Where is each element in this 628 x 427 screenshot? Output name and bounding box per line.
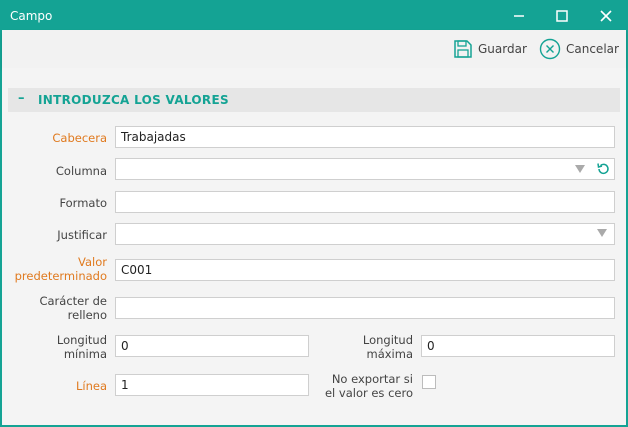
section-title: INTRODUZCA LOS VALORES xyxy=(38,93,229,107)
longitud-maxima-label: Longitud máxima xyxy=(312,333,413,361)
valor-predeterminado-label: Valor predeterminado xyxy=(8,255,107,283)
collapse-toggle[interactable]: – xyxy=(18,91,25,106)
no-exportar-label: No exportar si el valor es cero xyxy=(307,372,413,400)
caracter-relleno-label-line2: relleno xyxy=(67,308,107,322)
linea-input[interactable]: 1 xyxy=(115,374,309,396)
columna-label: Columna xyxy=(55,164,107,178)
justificar-dropdown-arrow-icon[interactable] xyxy=(597,229,607,237)
no-exportar-label-line1: No exportar si xyxy=(331,372,413,386)
minimize-button[interactable] xyxy=(499,2,539,30)
caracter-relleno-input[interactable] xyxy=(115,297,615,319)
cabecera-input[interactable]: Trabajadas xyxy=(115,126,615,148)
formato-label: Formato xyxy=(59,196,107,210)
formato-input[interactable] xyxy=(115,191,615,213)
longitud-minima-label: Longitud mínima xyxy=(8,333,107,361)
toolbar: Guardar Cancelar xyxy=(2,30,626,68)
caracter-relleno-label: Carácter de relleno xyxy=(8,294,107,322)
save-button[interactable]: Guardar xyxy=(453,37,527,61)
floppy-disk-icon xyxy=(454,40,472,58)
longitud-minima-input[interactable]: 0 xyxy=(115,335,309,357)
longitud-maxima-label-line2: máxima xyxy=(366,347,414,361)
longitud-maxima-label-line1: Longitud xyxy=(362,333,413,347)
close-button[interactable] xyxy=(586,2,626,30)
valor-predeterminado-label-line1: Valor xyxy=(78,255,107,269)
cancel-circle-icon xyxy=(539,38,561,60)
columna-select[interactable] xyxy=(115,158,615,180)
cancel-button[interactable]: Cancelar xyxy=(539,37,619,61)
valor-predeterminado-label-line2: predeterminado xyxy=(14,269,107,283)
form-content: – INTRODUZCA LOS VALORES Cabecera Trabaj… xyxy=(2,68,626,425)
dialog-window: Campo Guardar Cancelar – INTRODUZCA LOS … xyxy=(0,0,628,427)
columna-dropdown-arrow-icon[interactable] xyxy=(575,165,585,173)
valor-predeterminado-input[interactable]: C001 xyxy=(115,259,615,281)
minimize-icon xyxy=(514,15,524,17)
linea-label: Línea xyxy=(75,379,107,393)
cabecera-label: Cabecera xyxy=(52,131,107,145)
longitud-minima-label-line2: mínima xyxy=(63,347,107,361)
maximize-button[interactable] xyxy=(542,2,582,30)
title-bar: Campo xyxy=(2,2,626,30)
longitud-maxima-input[interactable]: 0 xyxy=(421,335,615,357)
save-button-label: Guardar xyxy=(478,42,527,56)
caracter-relleno-label-line1: Carácter de xyxy=(39,294,107,308)
justificar-select[interactable] xyxy=(115,223,615,245)
section-header: – INTRODUZCA LOS VALORES xyxy=(8,88,620,112)
justificar-label: Justificar xyxy=(57,228,107,242)
cancel-button-label: Cancelar xyxy=(566,42,619,56)
refresh-icon xyxy=(597,163,609,175)
maximize-icon xyxy=(556,10,568,22)
window-title: Campo xyxy=(10,9,53,23)
no-exportar-label-line2: el valor es cero xyxy=(324,386,413,400)
close-icon xyxy=(600,10,612,22)
no-exportar-checkbox[interactable] xyxy=(422,375,436,389)
longitud-minima-label-line1: Longitud xyxy=(56,333,107,347)
columna-refresh-button[interactable] xyxy=(596,162,610,176)
